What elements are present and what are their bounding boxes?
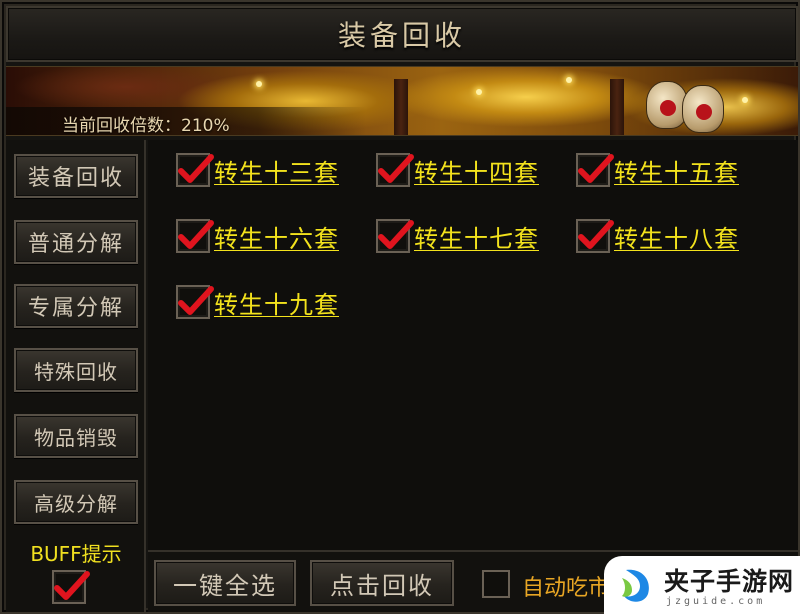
watermark-url: jzguide.com	[666, 596, 766, 607]
option-label[interactable]: 转生十三套	[214, 153, 339, 188]
check-icon	[54, 571, 90, 600]
buff-checkbox[interactable]	[52, 570, 90, 604]
option-label[interactable]: 转生十五套	[614, 153, 739, 188]
buff-label: BUFF提示	[30, 542, 122, 566]
option-item[interactable]: 转生十五套	[576, 150, 739, 190]
option-grid: 转生十三套 转生十四套 转生十五套 转生十六套 转生十七套 转生十八套 转生十九…	[148, 140, 798, 550]
watermark: 夹子手游网 jzguide.com	[604, 556, 800, 614]
check-icon	[378, 220, 414, 249]
option-label[interactable]: 转生十四套	[414, 153, 539, 188]
gold-glint	[476, 89, 482, 95]
sidebar-item-item-destroy[interactable]: 物品销毁	[14, 414, 138, 458]
check-icon	[578, 220, 614, 249]
option-label[interactable]: 转生十九套	[214, 285, 339, 320]
money-bag-icon	[682, 85, 724, 133]
sidebar-item-advanced-decompose[interactable]: 高级分解	[14, 480, 138, 524]
option-checkbox[interactable]	[576, 219, 614, 253]
option-checkbox[interactable]	[176, 285, 214, 319]
option-checkbox[interactable]	[376, 153, 414, 187]
option-label[interactable]: 转生十八套	[614, 219, 739, 254]
option-label[interactable]: 转生十六套	[214, 219, 339, 254]
check-icon	[378, 154, 414, 183]
site-logo-icon	[622, 569, 649, 602]
check-icon	[178, 286, 214, 315]
sidebar-item-special-recycle[interactable]: 特殊回收	[14, 348, 138, 392]
option-label[interactable]: 转生十七套	[414, 219, 539, 254]
check-icon	[178, 154, 214, 183]
option-item[interactable]: 转生十三套	[176, 150, 339, 190]
treasure-banner: 当前回收倍数：210%	[6, 66, 798, 136]
auto-eat-label: 自动吃市	[522, 576, 611, 601]
sidebar-item-exclusive-decompose[interactable]: 专属分解	[14, 284, 138, 328]
watermark-name: 夹子手游网	[664, 567, 795, 596]
option-checkbox[interactable]	[176, 219, 214, 253]
auto-eat-checkbox[interactable]	[482, 570, 510, 598]
check-icon	[578, 154, 614, 183]
option-checkbox[interactable]	[176, 153, 214, 187]
check-icon	[178, 220, 214, 249]
banner-pillar	[394, 79, 408, 135]
recycle-rate-text: 当前回收倍数：210%	[62, 116, 230, 136]
option-checkbox[interactable]	[376, 219, 414, 253]
option-item[interactable]: 转生十九套	[176, 282, 339, 322]
option-item[interactable]: 转生十七套	[376, 216, 539, 256]
gold-glint	[566, 77, 572, 83]
recycle-button[interactable]: 点击回收	[310, 560, 454, 606]
sidebar-item-normal-decompose[interactable]: 普通分解	[14, 220, 138, 264]
option-item[interactable]: 转生十六套	[176, 216, 339, 256]
option-item[interactable]: 转生十八套	[576, 216, 739, 256]
banner-pillar	[610, 79, 624, 135]
recycle-window: 装备回收 当前回收倍数：210% 装备回收 普通分解 专属分解 特殊回收 物品销…	[0, 0, 800, 614]
sidebar: 装备回收 普通分解 专属分解 特殊回收 物品销毁 高级分解 BUFF提示	[6, 140, 146, 612]
window-title: 装备回收	[337, 19, 466, 52]
gold-glint	[256, 81, 262, 87]
select-all-button[interactable]: 一键全选	[154, 560, 296, 606]
title-bar: 装备回收	[6, 6, 798, 62]
sidebar-item-equip-recycle[interactable]: 装备回收	[14, 154, 138, 198]
gold-glint	[742, 97, 748, 103]
option-checkbox[interactable]	[576, 153, 614, 187]
option-item[interactable]: 转生十四套	[376, 150, 539, 190]
